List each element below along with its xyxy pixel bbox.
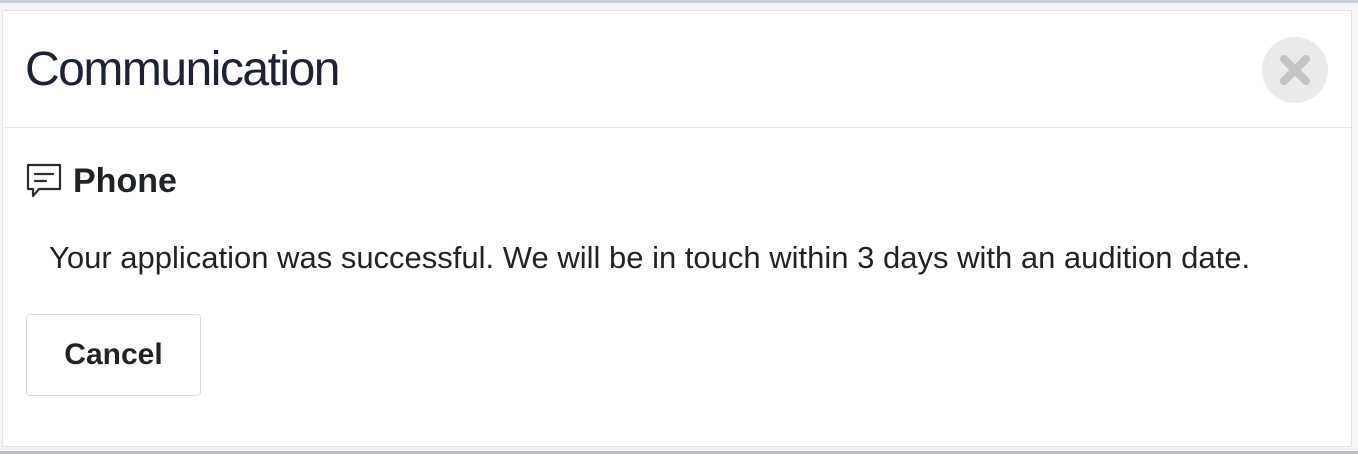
cancel-button[interactable]: Cancel bbox=[26, 314, 201, 396]
close-button[interactable] bbox=[1262, 37, 1328, 103]
close-icon bbox=[1278, 53, 1312, 87]
modal-title: Communication bbox=[25, 43, 340, 96]
success-message: Your application was successful. We will… bbox=[49, 240, 1251, 275]
page-background: Communication Phone Your application was bbox=[0, 0, 1358, 454]
section-heading: Phone bbox=[25, 161, 177, 201]
section-label: Phone bbox=[73, 162, 177, 200]
modal-header: Communication bbox=[3, 11, 1351, 128]
message-bubble-icon bbox=[25, 161, 63, 201]
communication-modal: Communication Phone Your application was bbox=[2, 10, 1352, 447]
